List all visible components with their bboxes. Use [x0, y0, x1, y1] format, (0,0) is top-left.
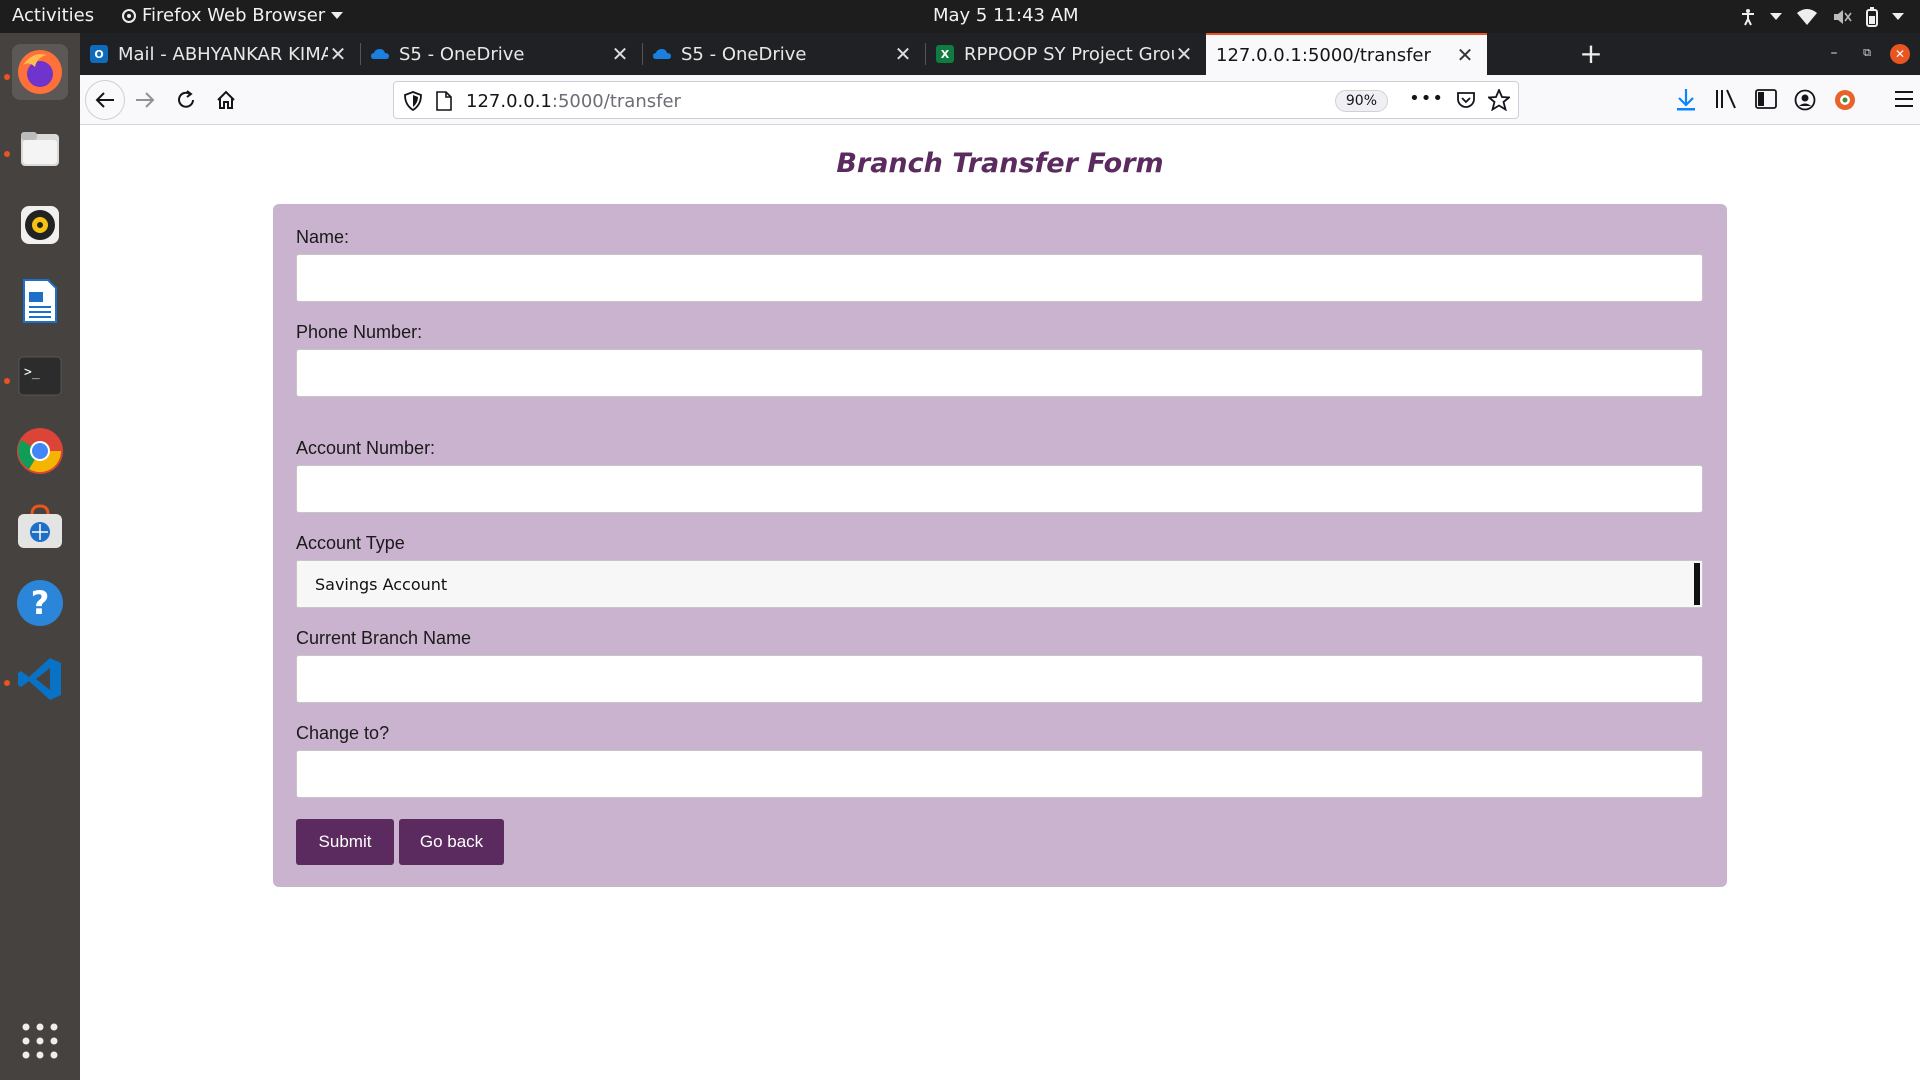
firefox-icon[interactable]	[12, 44, 68, 100]
tab-strip: O Mail - ABHYANKAR KIMA ✕ S5 - OneDrive …	[80, 33, 1920, 75]
transfer-form: Name: Phone Number: Account Number: Acco…	[273, 204, 1727, 887]
app-menu[interactable]: Firefox Web Browser	[122, 5, 344, 26]
extension-icon[interactable]	[1834, 89, 1856, 111]
url-path: :5000/transfer	[551, 91, 681, 112]
excel-icon: X	[936, 45, 954, 63]
name-input[interactable]	[296, 254, 1703, 302]
tab-title: S5 - OneDrive	[681, 43, 807, 65]
tab-title: Mail - ABHYANKAR KIMA	[118, 43, 328, 65]
reload-icon	[178, 90, 194, 108]
close-icon[interactable]: ✕	[610, 42, 630, 66]
phone-label: Phone Number:	[296, 322, 423, 342]
zoom-indicator[interactable]: 90%	[1334, 90, 1388, 112]
tab-onedrive-1[interactable]: S5 - OneDrive ✕	[361, 33, 642, 75]
chevron-down-icon[interactable]	[1770, 13, 1782, 20]
onedrive-icon	[371, 49, 389, 59]
tab-mail[interactable]: O Mail - ABHYANKAR KIMA ✕	[80, 33, 360, 75]
change-to-label: Change to?	[296, 723, 390, 743]
files-icon[interactable]	[12, 121, 68, 177]
account-icon[interactable]	[1794, 89, 1816, 111]
chrome-icon[interactable]	[12, 423, 68, 479]
tab-title: RPPOOP SY Project Grou	[964, 43, 1174, 65]
pocket-icon[interactable]	[1456, 90, 1476, 110]
name-label: Name:	[296, 227, 350, 247]
running-indicator	[4, 74, 10, 80]
close-icon[interactable]: ✕	[893, 42, 913, 66]
tab-title: 127.0.0.1:5000/transfer	[1216, 44, 1431, 66]
bookmark-star-icon[interactable]	[1488, 89, 1510, 111]
submit-button[interactable]: Submit	[296, 819, 394, 865]
forward-arrow-icon	[136, 92, 155, 108]
sidebar-icon[interactable]	[1755, 89, 1777, 109]
battery-icon[interactable]	[1866, 6, 1878, 27]
dock: >_ ?	[0, 33, 80, 1080]
back-arrow-icon	[95, 92, 114, 108]
svg-text:>_: >_	[24, 365, 40, 380]
account-type-label: Account Type	[296, 533, 405, 553]
account-type-value: Savings Account	[315, 574, 448, 594]
tab-onedrive-2[interactable]: S5 - OneDrive ✕	[643, 33, 925, 75]
system-tray[interactable]	[1740, 0, 1904, 33]
new-tab-button[interactable]: +	[1573, 36, 1609, 72]
current-branch-input[interactable]	[296, 655, 1703, 703]
forward-button[interactable]	[125, 80, 165, 120]
svg-text:?: ?	[31, 584, 50, 622]
app-menu-label: Firefox Web Browser	[142, 5, 326, 26]
tab-transfer[interactable]: 127.0.0.1:5000/transfer ✕	[1206, 33, 1487, 75]
minimize-icon[interactable]: –	[1823, 42, 1845, 64]
wifi-icon[interactable]	[1796, 8, 1818, 26]
help-icon[interactable]: ?	[12, 575, 68, 631]
page-content: Branch Transfer Form Name: Phone Number:…	[80, 126, 1920, 1080]
running-indicator	[4, 680, 10, 686]
accessibility-icon[interactable]	[1740, 8, 1756, 26]
back-button[interactable]	[85, 80, 125, 120]
account-number-input[interactable]	[296, 465, 1703, 513]
library-icon[interactable]	[1715, 89, 1737, 109]
outlook-icon: O	[90, 45, 108, 63]
hamburger-menu-icon[interactable]	[1894, 90, 1914, 108]
chevron-down-icon	[331, 12, 344, 19]
activities-button[interactable]: Activities	[12, 5, 94, 26]
volume-muted-icon[interactable]	[1832, 8, 1852, 26]
account-number-label: Account Number:	[296, 438, 436, 458]
navigation-bar: 127.0.0.1:5000/transfer 90% •••	[80, 75, 1920, 125]
tab-title: S5 - OneDrive	[399, 43, 525, 65]
vscode-icon[interactable]	[12, 651, 68, 707]
url-host: 127.0.0.1	[466, 91, 552, 112]
clock[interactable]: May 5 11:43 AM	[933, 5, 1079, 26]
page-actions-icon[interactable]: •••	[1409, 88, 1444, 109]
app-grid-icon[interactable]	[12, 1013, 68, 1069]
account-type-select[interactable]: Savings Account	[296, 560, 1703, 608]
chevron-down-icon[interactable]	[1892, 13, 1904, 20]
current-branch-label: Current Branch Name	[296, 628, 472, 648]
page-title: Branch Transfer Form	[836, 148, 1164, 179]
rhythmbox-icon[interactable]	[12, 197, 68, 253]
firefox-small-icon	[122, 8, 136, 23]
url-bar[interactable]: 127.0.0.1:5000/transfer 90% •••	[393, 81, 1519, 119]
close-window-icon[interactable]: ✕	[1890, 44, 1910, 64]
home-icon	[217, 90, 235, 109]
reload-button[interactable]	[166, 80, 206, 120]
home-button[interactable]	[206, 80, 246, 120]
tab-spreadsheet[interactable]: X RPPOOP SY Project Grou ✕	[926, 33, 1206, 75]
system-top-bar: Activities Firefox Web Browser May 5 11:…	[0, 0, 1920, 33]
onedrive-icon	[653, 49, 671, 59]
url-text[interactable]: 127.0.0.1:5000/transfer	[466, 91, 681, 112]
close-icon[interactable]: ✕	[328, 42, 348, 66]
go-back-button[interactable]: Go back	[399, 819, 504, 865]
running-indicator	[4, 378, 10, 384]
change-to-input[interactable]	[296, 750, 1703, 798]
terminal-icon[interactable]: >_	[12, 348, 68, 404]
select-scrollbar[interactable]	[1694, 563, 1700, 605]
running-indicator	[4, 151, 10, 157]
close-icon[interactable]: ✕	[1455, 43, 1475, 67]
restore-icon[interactable]: ⧉	[1856, 42, 1878, 64]
page-icon[interactable]	[436, 91, 452, 111]
phone-input[interactable]	[296, 349, 1703, 397]
software-icon[interactable]	[12, 499, 68, 555]
writer-icon[interactable]	[12, 273, 68, 329]
shield-icon[interactable]	[404, 91, 422, 111]
download-icon[interactable]	[1676, 88, 1696, 112]
close-icon[interactable]: ✕	[1174, 42, 1194, 66]
